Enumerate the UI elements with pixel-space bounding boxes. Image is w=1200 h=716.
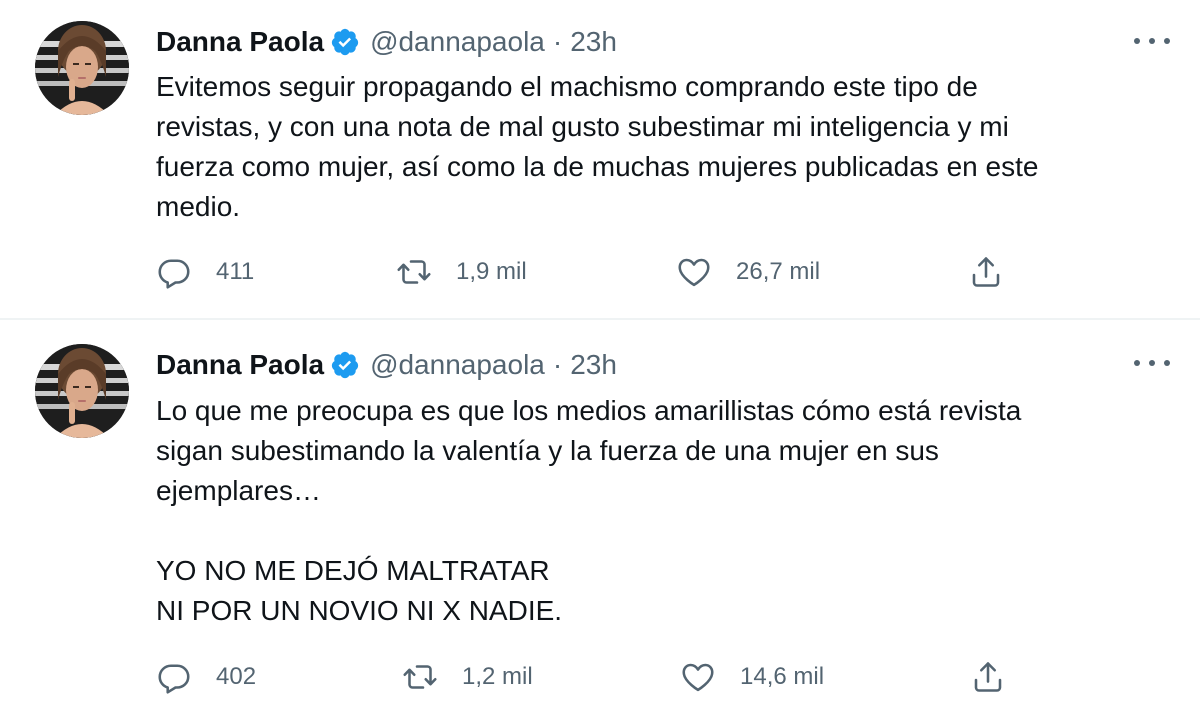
retweet-icon	[403, 665, 437, 689]
like-count: 26,7 mil	[736, 258, 821, 285]
tweet[interactable]: Danna Paola @dannapaola · 23h Lo que me …	[0, 322, 1200, 716]
avatar[interactable]	[35, 344, 129, 438]
retweet-button[interactable]: 1,9 mil	[396, 252, 527, 292]
more-dots-icon[interactable]	[1134, 353, 1170, 373]
reply-count: 411	[216, 258, 255, 285]
retweet-icon	[397, 260, 431, 284]
timestamp[interactable]: 23h	[570, 349, 617, 381]
share-icon	[972, 257, 1000, 287]
verified-badge-icon	[330, 350, 360, 380]
more-dots-icon[interactable]	[1134, 31, 1170, 51]
retweet-count: 1,9 mil	[456, 258, 527, 285]
tweet[interactable]: Danna Paola @dannapaola · 23h Evitemos s…	[0, 0, 1200, 320]
tweet-actions: 402 1,2 mil 14,6 mil	[156, 657, 1026, 697]
timestamp[interactable]: 23h	[570, 26, 617, 58]
reply-button[interactable]: 411	[156, 252, 254, 292]
share-button[interactable]	[968, 252, 1004, 292]
heart-icon	[678, 258, 710, 287]
heart-icon	[682, 663, 714, 692]
author-handle[interactable]: @dannapaola	[370, 349, 545, 381]
tweet-text: Evitemos seguir propagando el machismo c…	[156, 71, 1039, 222]
reply-icon	[158, 664, 190, 694]
like-button[interactable]: 14,6 mil	[680, 657, 824, 697]
reply-button[interactable]: 402	[156, 657, 256, 697]
share-button[interactable]	[970, 657, 1006, 697]
author-handle[interactable]: @dannapaola	[370, 26, 545, 58]
retweet-count: 1,2 mil	[462, 663, 533, 690]
share-icon	[974, 662, 1002, 692]
tweet-header: Danna Paola @dannapaola · 23h	[156, 22, 617, 62]
author-name[interactable]: Danna Paola	[156, 26, 324, 58]
author-name[interactable]: Danna Paola	[156, 349, 324, 381]
like-button[interactable]: 26,7 mil	[676, 252, 820, 292]
separator-dot: ·	[552, 349, 563, 380]
tweet-header: Danna Paola @dannapaola · 23h	[156, 345, 617, 385]
tweet-text: Lo que me preocupa es que los medios ama…	[156, 395, 1022, 626]
reply-count: 402	[216, 663, 257, 690]
reply-icon	[158, 259, 190, 289]
like-count: 14,6 mil	[740, 663, 825, 690]
separator-dot: ·	[552, 26, 563, 57]
tweet-actions: 411 1,9 mil 26,7 mil	[156, 252, 1026, 292]
avatar[interactable]	[35, 21, 129, 115]
verified-badge-icon	[330, 27, 360, 57]
retweet-button[interactable]: 1,2 mil	[402, 657, 533, 697]
